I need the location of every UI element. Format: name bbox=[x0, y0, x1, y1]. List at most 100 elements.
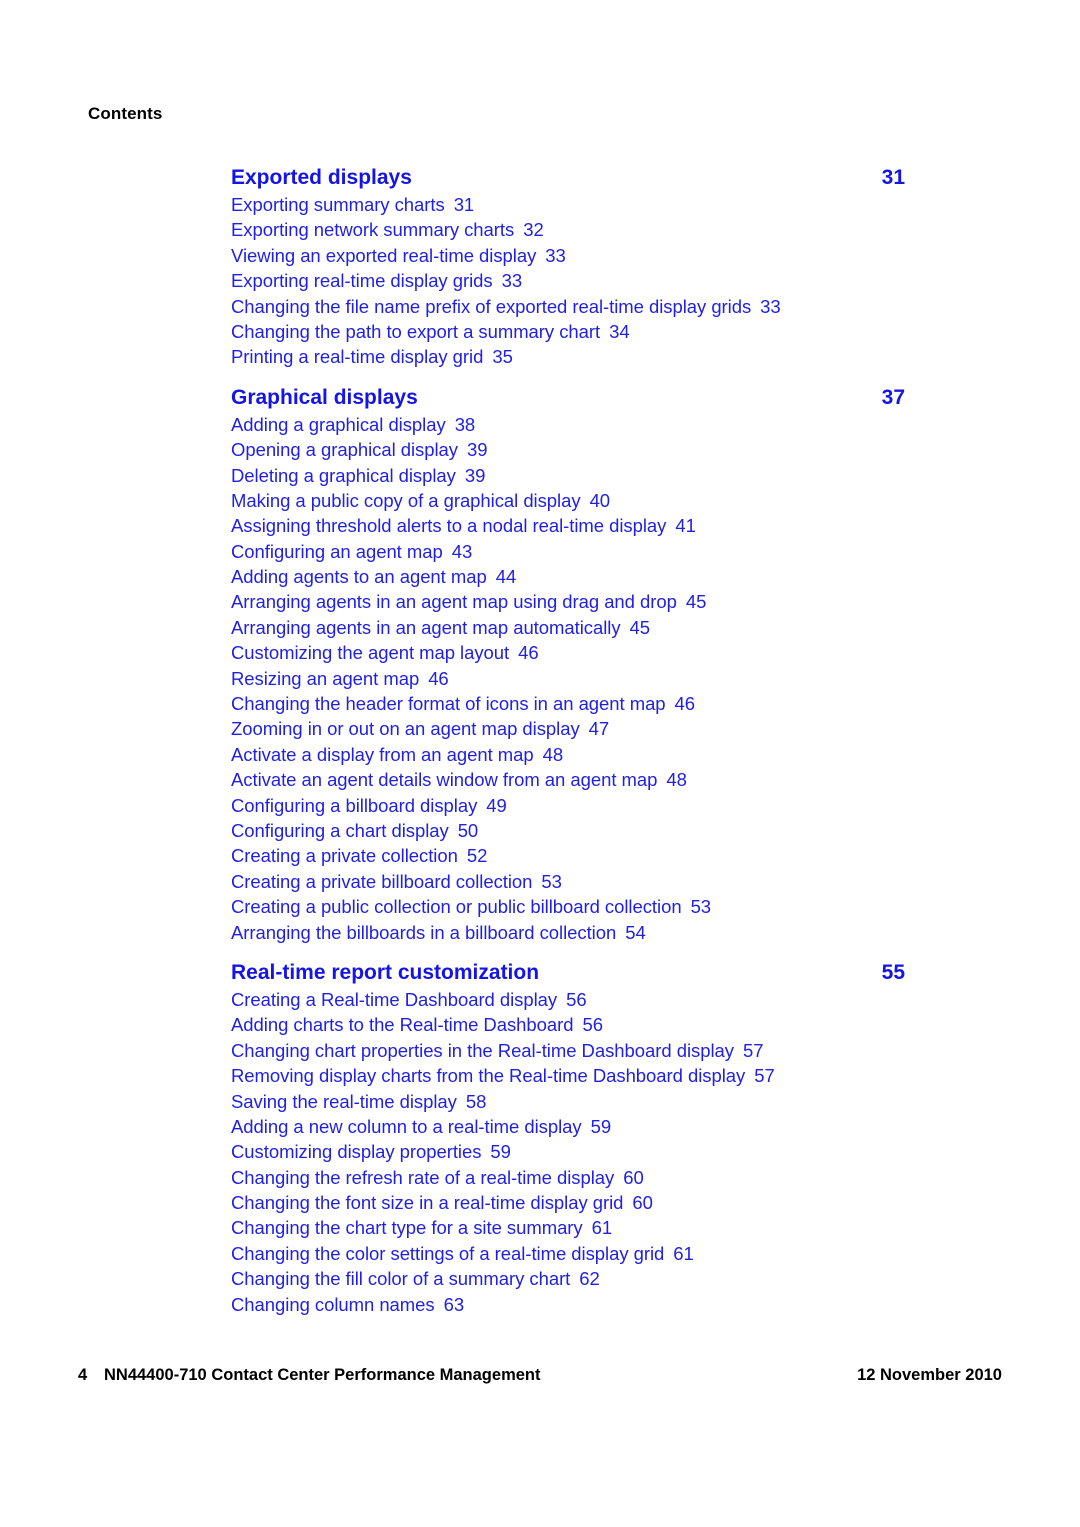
toc-entry[interactable]: Arranging agents in an agent map automat… bbox=[231, 615, 907, 640]
toc-entry-page-number: 53 bbox=[690, 896, 712, 918]
toc-entry[interactable]: Assigning threshold alerts to a nodal re… bbox=[231, 513, 907, 538]
toc-entry-label: Creating a Real-time Dashboard display bbox=[231, 988, 558, 1010]
toc-entry-page-number: 34 bbox=[609, 320, 630, 342]
toc-section-title: Real-time report customization bbox=[231, 960, 540, 984]
toc-entry-label: Changing the font size in a real-time di… bbox=[231, 1192, 624, 1214]
toc-entry-label: Arranging agents in an agent map automat… bbox=[231, 616, 621, 638]
toc-entry[interactable]: Customizing the agent map layout 46 bbox=[231, 640, 907, 665]
toc-section: Exported displays 31 Exporting summary cha… bbox=[231, 164, 907, 370]
toc-entry[interactable]: Adding a graphical display 38 bbox=[231, 412, 907, 437]
toc-entry-page-number: 33 bbox=[501, 270, 523, 292]
toc-entry-page-number: 31 bbox=[453, 194, 475, 215]
toc-entry-label: Changing chart properties in the Real-ti… bbox=[231, 1039, 734, 1061]
toc-entry[interactable]: Exporting network summary charts 32 bbox=[231, 217, 907, 242]
toc-entry[interactable]: Arranging agents in an agent map using d… bbox=[231, 589, 907, 614]
toc-entry[interactable]: Changing the chart type for a site summa… bbox=[231, 1215, 907, 1240]
toc-entry[interactable]: Arranging the billboards in a billboard … bbox=[231, 920, 907, 945]
footer-page-number: 4 bbox=[78, 1366, 88, 1384]
toc-entry[interactable]: Exporting summary charts 31 bbox=[231, 192, 907, 217]
toc-entry-label: Arranging the billboards in a billboard … bbox=[231, 921, 617, 943]
toc-entry[interactable]: Adding a new column to a real-time displ… bbox=[231, 1114, 907, 1139]
toc-entry[interactable]: Configuring an agent map 43 bbox=[231, 539, 907, 564]
toc-entry-label: Printing a real-time display grid bbox=[231, 346, 484, 368]
toc-entry[interactable]: Making a public copy of a graphical disp… bbox=[231, 488, 907, 513]
toc-entry[interactable]: Deleting a graphical display 39 bbox=[231, 463, 907, 488]
toc-entry[interactable]: Creating a private collection 52 bbox=[231, 843, 907, 868]
running-header-contents: Contents bbox=[88, 104, 163, 123]
toc-entry-label: Adding a new column to a real-time displ… bbox=[231, 1115, 582, 1137]
toc-entry[interactable]: Activate a display from an agent map 48 bbox=[231, 742, 907, 767]
toc-entry[interactable]: Saving the real-time display 58 bbox=[231, 1089, 907, 1114]
toc-entry[interactable]: Removing display charts from the Real-ti… bbox=[231, 1063, 907, 1088]
toc-entry[interactable]: Exporting real-time display grids 33 bbox=[231, 268, 907, 293]
toc-entry[interactable]: Changing the file name prefix of exporte… bbox=[231, 294, 907, 319]
toc-entry-label: Opening a graphical display bbox=[231, 439, 458, 461]
toc-entry-page-number: 52 bbox=[466, 845, 488, 867]
toc-entry-page-number: 58 bbox=[465, 1090, 487, 1112]
toc-entry-page-number: 46 bbox=[674, 693, 696, 715]
toc-entry[interactable]: Creating a Real-time Dashboard display 56 bbox=[231, 987, 907, 1012]
toc-section-heading[interactable]: Graphical displays 37 bbox=[231, 384, 907, 412]
toc-entry-page-number: 41 bbox=[675, 515, 696, 537]
toc-entry[interactable]: Customizing display properties 59 bbox=[231, 1139, 907, 1164]
toc-entry-label: Creating a public collection or public b… bbox=[231, 896, 682, 918]
toc-entry-page-number: 60 bbox=[632, 1192, 653, 1214]
toc-entry[interactable]: Configuring a chart display 50 bbox=[231, 818, 907, 843]
toc-entry[interactable]: Printing a real-time display grid 35 bbox=[231, 344, 907, 369]
toc-entry[interactable]: Changing the fill color of a summary cha… bbox=[231, 1266, 907, 1291]
toc-entry-page-number: 59 bbox=[490, 1141, 511, 1163]
toc-section-heading[interactable]: Real-time report customization 55 bbox=[231, 959, 907, 987]
toc-entry[interactable]: Creating a public collection or public b… bbox=[231, 894, 907, 919]
toc-entry-label: Changing the chart type for a site summa… bbox=[231, 1217, 583, 1239]
document-page: Contents Exported displays 31 Exporting su… bbox=[0, 0, 1080, 1527]
toc-entry-page-number: 45 bbox=[629, 616, 651, 638]
toc-entry[interactable]: Changing the path to export a summary ch… bbox=[231, 319, 907, 344]
toc-entry-label: Changing the fill color of a summary cha… bbox=[231, 1268, 571, 1290]
toc-entry-label: Saving the real-time display bbox=[231, 1090, 457, 1112]
toc-entry-label: Configuring an agent map bbox=[231, 540, 443, 562]
toc-entry[interactable]: Activate an agent details window from an… bbox=[231, 767, 907, 792]
toc-section-page-number: 37 bbox=[881, 385, 905, 409]
toc-entry-label: Changing column names bbox=[231, 1293, 435, 1315]
toc-entry-page-number: 46 bbox=[518, 642, 539, 664]
toc-entry[interactable]: Changing the font size in a real-time di… bbox=[231, 1190, 907, 1215]
toc-section-page-number: 55 bbox=[881, 960, 905, 984]
toc-entry[interactable]: Configuring a billboard display 49 bbox=[231, 793, 907, 818]
toc-entry-page-number: 43 bbox=[451, 540, 473, 562]
toc-entry-label: Changing the refresh rate of a real-time… bbox=[231, 1166, 615, 1188]
toc-section-title: Exported displays bbox=[231, 166, 412, 189]
toc-entry-label: Customizing the agent map layout bbox=[231, 642, 510, 664]
toc-entry-page-number: 32 bbox=[523, 219, 544, 241]
toc-entry[interactable]: Zooming in or out on an agent map displa… bbox=[231, 716, 907, 741]
toc-entry-label: Deleting a graphical display bbox=[231, 464, 456, 486]
toc-entry-label: Changing the header format of icons in a… bbox=[231, 693, 666, 715]
toc-entry[interactable]: Changing the refresh rate of a real-time… bbox=[231, 1165, 907, 1190]
toc-section: Real-time report customization 55 Creating… bbox=[231, 959, 907, 1317]
toc-entry-label: Assigning threshold alerts to a nodal re… bbox=[231, 515, 667, 537]
toc-entry-page-number: 63 bbox=[443, 1293, 465, 1315]
toc-entry-page-number: 56 bbox=[582, 1014, 604, 1036]
toc-entry-page-number: 39 bbox=[466, 439, 488, 461]
toc-entry[interactable]: Creating a private billboard collection 5… bbox=[231, 869, 907, 894]
toc-entry[interactable]: Viewing an exported real-time display 33 bbox=[231, 243, 907, 268]
toc-entry-page-number: 54 bbox=[625, 921, 646, 943]
toc-entry[interactable]: Adding charts to the Real-time Dashboard… bbox=[231, 1012, 907, 1037]
toc-entry-label: Exporting summary charts bbox=[231, 194, 445, 215]
toc-entry[interactable]: Changing column names 63 bbox=[231, 1292, 907, 1317]
toc-section-title: Graphical displays bbox=[231, 385, 418, 409]
toc-entry-label: Zooming in or out on an agent map displa… bbox=[231, 718, 580, 740]
toc-entry[interactable]: Adding agents to an agent map 44 bbox=[231, 564, 907, 589]
toc-entry-page-number: 61 bbox=[591, 1217, 613, 1239]
toc-entry-page-number: 53 bbox=[541, 870, 562, 892]
toc-entry[interactable]: Changing chart properties in the Real-ti… bbox=[231, 1038, 907, 1063]
toc-section-heading[interactable]: Exported displays 31 bbox=[231, 164, 907, 192]
toc-entry[interactable]: Resizing an agent map 46 bbox=[231, 666, 907, 691]
toc-entry[interactable]: Changing the header format of icons in a… bbox=[231, 691, 907, 716]
toc-entry[interactable]: Changing the color settings of a real-ti… bbox=[231, 1241, 907, 1266]
toc-entry-label: Exporting real-time display grids bbox=[231, 270, 493, 292]
toc-entry-page-number: 35 bbox=[492, 346, 513, 368]
toc-entry[interactable]: Opening a graphical display 39 bbox=[231, 437, 907, 462]
footer-date: 12 November 2010 bbox=[857, 1366, 1002, 1384]
